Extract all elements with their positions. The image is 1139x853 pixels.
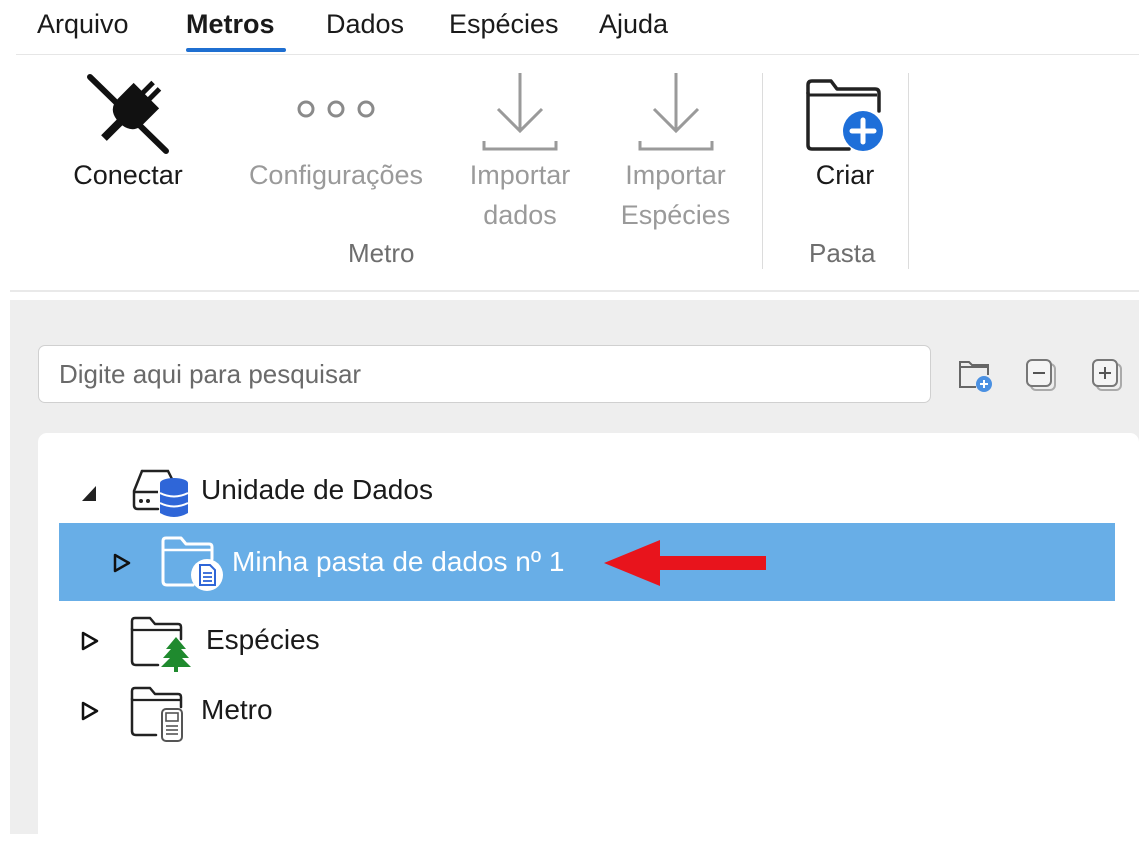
collapsed-triangle-icon[interactable] — [80, 630, 100, 652]
menu-metros[interactable]: Metros — [186, 8, 275, 40]
tree-root-row[interactable]: Unidade de Dados — [38, 453, 1139, 531]
plug-disconnected-icon — [87, 74, 169, 154]
settings-button[interactable]: Configurações — [236, 67, 436, 197]
import-data-button[interactable]: Importar dados — [455, 67, 585, 237]
database-drive-icon — [132, 469, 189, 517]
import-species-label-line1: Importar — [625, 160, 726, 190]
meter-folder-icon — [130, 686, 183, 742]
import-data-label-line1: Importar — [469, 160, 571, 190]
tree-root-label: Unidade de Dados — [201, 474, 433, 505]
connect-button[interactable]: Conectar — [58, 67, 198, 197]
tree-item-minha-pasta[interactable]: Minha pasta de dados nº 1 — [59, 523, 1115, 601]
add-folder-icon[interactable] — [956, 355, 996, 395]
connect-label: Conectar — [73, 160, 183, 190]
import-data-label-line2: dados — [483, 200, 557, 230]
species-folder-icon — [130, 616, 191, 672]
download-icon — [638, 73, 713, 151]
group-label-meter: Metro — [348, 238, 415, 268]
ribbon-end-divider — [908, 73, 909, 269]
settings-label: Configurações — [248, 160, 424, 190]
tree-item-metro-label: Metro — [201, 694, 273, 725]
create-folder-button[interactable]: Criar — [790, 67, 900, 197]
menu-dados[interactable]: Dados — [326, 8, 404, 40]
import-species-label-line2: Espécies — [620, 200, 731, 230]
create-label: Criar — [815, 160, 875, 190]
expand-all-icon[interactable] — [1088, 355, 1128, 395]
collapsed-triangle-icon[interactable] — [80, 700, 100, 722]
data-panel: Unidade de Dados Minha pasta de dados nº… — [10, 300, 1139, 853]
collapsed-triangle-icon[interactable] — [112, 552, 132, 574]
new-folder-icon — [806, 79, 883, 151]
more-options-icon — [297, 100, 375, 118]
tree-item-metro[interactable]: Metro — [38, 671, 1139, 749]
tree-item-minha-pasta-label: Minha pasta de dados nº 1 — [232, 546, 565, 577]
ribbon-divider — [10, 290, 1139, 292]
menu-especies[interactable]: Espécies — [449, 8, 559, 40]
tree-item-especies[interactable]: Espécies — [38, 601, 1139, 679]
ribbon: Conectar Configurações Importar dados Im… — [0, 55, 1139, 295]
expanded-triangle-icon[interactable] — [80, 483, 100, 505]
ribbon-group-divider — [762, 73, 763, 269]
active-menu-indicator — [186, 48, 286, 52]
data-folder-icon — [161, 536, 223, 591]
search-input[interactable] — [38, 345, 931, 403]
data-tree: Unidade de Dados Minha pasta de dados nº… — [38, 433, 1139, 853]
tree-item-especies-label: Espécies — [206, 624, 320, 655]
menu-ajuda[interactable]: Ajuda — [599, 8, 668, 40]
collapse-all-icon[interactable] — [1022, 355, 1062, 395]
menu-arquivo[interactable]: Arquivo — [37, 8, 129, 40]
download-icon — [482, 73, 558, 151]
annotation-arrow-icon — [604, 540, 766, 586]
group-label-folder: Pasta — [809, 238, 876, 268]
menu-bar: Arquivo Metros Dados Espécies Ajuda — [0, 0, 1139, 54]
import-species-button[interactable]: Importar Espécies — [608, 67, 743, 237]
